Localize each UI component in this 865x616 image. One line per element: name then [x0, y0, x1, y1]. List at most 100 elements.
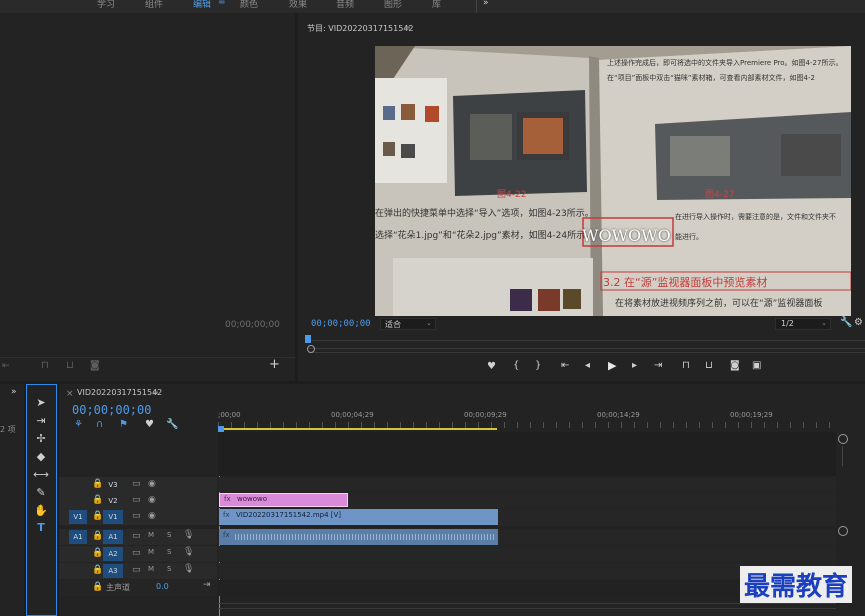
- scroll-handle[interactable]: [838, 526, 848, 536]
- lift-icon[interactable]: ⊔: [66, 360, 74, 371]
- track-target-v1[interactable]: V1: [103, 510, 123, 524]
- add-marker-icon[interactable]: ♥: [487, 361, 496, 372]
- sync-lock-icon[interactable]: ▭: [132, 479, 141, 489]
- title-overlay[interactable]: WOWOWO: [582, 226, 671, 245]
- sync-lock-icon[interactable]: ▭: [132, 511, 141, 521]
- workspace-tab-effects[interactable]: 效果: [289, 0, 307, 10]
- zoom-scroll-bar[interactable]: [308, 348, 865, 353]
- mute-button[interactable]: M: [148, 531, 154, 539]
- go-to-in-icon[interactable]: ⇤: [561, 360, 569, 371]
- playhead-marker[interactable]: [305, 335, 311, 343]
- work-area-bar[interactable]: [218, 428, 497, 430]
- eye-icon[interactable]: ◉: [148, 495, 156, 505]
- play-icon[interactable]: ▶: [608, 359, 616, 372]
- mute-button[interactable]: M: [148, 565, 154, 573]
- sync-lock-icon[interactable]: ▭: [132, 531, 141, 541]
- track-target-a1[interactable]: A1: [103, 530, 123, 544]
- track-target-v3[interactable]: V3: [106, 478, 120, 492]
- track-select-tool-icon[interactable]: ⇥: [33, 414, 49, 428]
- panel-menu-icon[interactable]: ≡: [404, 23, 411, 32]
- track-lane-v3[interactable]: [218, 477, 836, 492]
- mark-out-icon[interactable]: }: [535, 360, 541, 371]
- workspace-tab-assembly[interactable]: 组件: [145, 0, 163, 10]
- camera-icon[interactable]: ◙: [730, 360, 740, 371]
- selection-tool-icon[interactable]: ➤: [33, 396, 49, 410]
- sync-lock-icon[interactable]: ▭: [132, 565, 141, 575]
- overwrite-icon[interactable]: ⊓: [41, 360, 49, 371]
- type-tool-icon[interactable]: T: [33, 521, 49, 535]
- panel-menu-icon[interactable]: ≡: [152, 388, 159, 397]
- mute-button[interactable]: M: [148, 548, 154, 556]
- track-lane-a2[interactable]: [218, 546, 836, 562]
- workspace-tab-learn[interactable]: 学习: [97, 0, 115, 10]
- ripple-edit-tool-icon[interactable]: ✢: [33, 432, 49, 446]
- settings-icon[interactable]: ⚙: [854, 317, 863, 328]
- workspace-menu-icon[interactable]: ≡: [218, 0, 226, 7]
- lock-icon[interactable]: 🔒: [92, 582, 103, 592]
- add-button-icon[interactable]: +: [269, 357, 280, 372]
- hand-tool-icon[interactable]: ✋: [33, 504, 49, 518]
- workspace-tab-editing[interactable]: 编辑: [193, 0, 211, 10]
- eye-icon[interactable]: ◉: [148, 511, 156, 521]
- go-to-out-icon[interactable]: ⇥: [654, 360, 662, 371]
- snap-icon[interactable]: ∩: [96, 419, 103, 430]
- video-clip[interactable]: fx VID20220317151542.mp4 [V]: [219, 509, 498, 525]
- lock-icon[interactable]: 🔒: [92, 511, 103, 521]
- program-title[interactable]: 节目: VID20220317151542: [307, 23, 414, 34]
- solo-button[interactable]: S: [167, 548, 171, 556]
- extract-icon[interactable]: ⊔: [705, 360, 713, 371]
- wrench-icon[interactable]: 🔧: [166, 419, 178, 430]
- source-patch-a1[interactable]: A1: [69, 530, 87, 544]
- go-to-end-icon[interactable]: ⇥: [203, 580, 211, 590]
- linked-selection-icon[interactable]: ⚑: [119, 419, 128, 430]
- audio-clip[interactable]: fx: [219, 529, 498, 545]
- microphone-icon[interactable]: 🎙: [183, 547, 194, 557]
- sync-lock-icon[interactable]: ▭: [132, 548, 141, 558]
- mark-in-icon[interactable]: {: [513, 360, 519, 371]
- program-video-frame[interactable]: 图4-22 图4-27 在弹出的快捷菜单中选择“导入”选项，如图4-23所示。 …: [375, 46, 851, 316]
- lift-icon[interactable]: ⊓: [682, 360, 690, 371]
- workspace-tab-libraries[interactable]: 库: [432, 0, 441, 10]
- workspace-overflow-icon[interactable]: »: [483, 0, 489, 8]
- workspace-tab-color[interactable]: 颜色: [240, 0, 258, 10]
- microphone-icon[interactable]: 🎙: [183, 564, 194, 574]
- insert-icon[interactable]: ⇤: [2, 361, 10, 371]
- workspace-tab-graphics[interactable]: 图形: [384, 0, 402, 10]
- compare-view-icon[interactable]: ▣: [752, 360, 761, 371]
- lock-icon[interactable]: 🔒: [92, 531, 103, 541]
- fit-dropdown[interactable]: 适合 ⌄: [380, 318, 436, 330]
- step-back-icon[interactable]: ◂: [585, 360, 590, 371]
- solo-button[interactable]: S: [167, 531, 171, 539]
- lock-icon[interactable]: 🔒: [92, 495, 103, 505]
- master-volume-value[interactable]: 0.0: [156, 582, 169, 591]
- lock-icon[interactable]: 🔒: [92, 479, 103, 489]
- step-forward-icon[interactable]: ▸: [632, 360, 637, 371]
- source-patch-v1[interactable]: V1: [69, 510, 87, 524]
- timeline-timecode[interactable]: 00;00;00;00: [72, 403, 151, 417]
- wrench-icon[interactable]: 🔧: [840, 317, 852, 328]
- track-target-a3[interactable]: A3: [103, 564, 123, 578]
- scrollbar[interactable]: [842, 446, 843, 466]
- nest-icon[interactable]: ⚘: [74, 419, 83, 430]
- resolution-dropdown[interactable]: 1/2 ⌄: [775, 318, 831, 330]
- program-timecode[interactable]: 00;00;00;00: [311, 319, 371, 329]
- panel-overflow-icon[interactable]: »: [11, 387, 17, 397]
- workspace-tab-audio[interactable]: 音频: [336, 0, 354, 10]
- sync-lock-icon[interactable]: ▭: [132, 495, 141, 505]
- razor-tool-icon[interactable]: ◆: [33, 450, 49, 464]
- microphone-icon[interactable]: 🎙: [183, 530, 194, 540]
- close-icon[interactable]: ×: [66, 389, 74, 399]
- title-clip[interactable]: fx wowowo: [219, 493, 348, 507]
- camera-icon[interactable]: ◙: [90, 360, 100, 371]
- track-target-a2[interactable]: A2: [103, 547, 123, 561]
- zoom-handle[interactable]: [307, 345, 315, 353]
- horizontal-scrollbar[interactable]: [218, 603, 836, 609]
- add-marker-icon[interactable]: ♥: [145, 419, 154, 430]
- sequence-tab[interactable]: VID20220317151542: [77, 388, 162, 397]
- scroll-handle[interactable]: [838, 434, 848, 444]
- time-ruler[interactable]: ;00;00 00;00;04;29 00;00;09;29 00;00;14;…: [218, 408, 836, 432]
- scrub-bar[interactable]: [308, 340, 865, 341]
- pen-tool-icon[interactable]: ✎: [33, 486, 49, 500]
- track-target-v2[interactable]: V2: [106, 494, 120, 508]
- eye-icon[interactable]: ◉: [148, 479, 156, 489]
